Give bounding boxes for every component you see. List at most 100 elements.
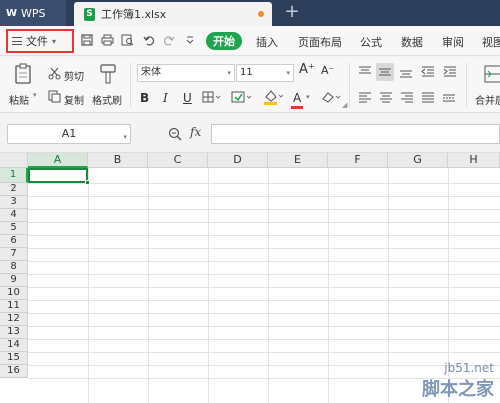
tab-formulas[interactable]: 公式 [360, 34, 382, 50]
chevron-down-icon: ▾ [286, 69, 290, 77]
formula-input[interactable] [211, 124, 500, 144]
copy-label[interactable]: 复制 [64, 92, 84, 107]
row-header-2[interactable]: 2 [0, 183, 28, 196]
tab-page-layout[interactable]: 页面布局 [298, 34, 342, 50]
row-header-8[interactable]: 8 [0, 261, 28, 274]
font-name-select[interactable]: 宋体 ▾ [137, 64, 235, 82]
watermark-site: jb51.net [444, 361, 494, 375]
grow-font-button[interactable]: A⁺ [299, 62, 315, 77]
menu-bar: 文件 ▾ 开始 插入 页面布局 公式 数据 审阅 视图 [0, 26, 500, 56]
paste-dropdown-icon[interactable]: ▾ [33, 91, 37, 99]
print-preview-icon[interactable] [120, 33, 134, 47]
spreadsheet-grid[interactable]: A B C D E F G H 1 2 3 4 5 6 7 8 9 10 11 … [0, 153, 500, 403]
paste-icon[interactable] [13, 63, 35, 85]
wps-logo-icon: W [6, 7, 18, 19]
grid-line [28, 326, 500, 327]
italic-button[interactable]: I [163, 91, 168, 105]
row-header-6[interactable]: 6 [0, 235, 28, 248]
redo-icon[interactable] [162, 33, 176, 47]
borders-icon[interactable] [201, 90, 223, 104]
fill-handle[interactable] [85, 180, 90, 185]
row-header-16[interactable]: 16 [0, 365, 28, 378]
align-left-icon[interactable] [357, 91, 373, 105]
row-header-13[interactable]: 13 [0, 326, 28, 339]
merge-center-icon[interactable] [484, 63, 500, 85]
ribbon-separator [466, 63, 467, 107]
tab-insert[interactable]: 插入 [256, 34, 278, 50]
merge-center-label[interactable]: 合并居 [475, 92, 500, 107]
tab-data[interactable]: 数据 [401, 34, 423, 50]
print-icon[interactable] [100, 33, 114, 47]
row-header-12[interactable]: 12 [0, 313, 28, 326]
conditional-style-icon[interactable] [230, 90, 254, 104]
column-header-c[interactable]: C [148, 153, 208, 168]
font-size-select[interactable]: 11 ▾ [236, 64, 294, 82]
row-header-11[interactable]: 11 [0, 300, 28, 313]
increase-indent-icon[interactable] [442, 65, 458, 79]
cut-label[interactable]: 剪切 [64, 68, 84, 83]
shrink-font-button[interactable]: A⁻ [321, 64, 334, 77]
fill-color-icon[interactable] [262, 89, 286, 105]
active-cell-a1[interactable] [28, 168, 88, 183]
name-box[interactable]: A1 ▾ [7, 124, 131, 144]
font-dialog-launcher-icon[interactable]: ◢ [342, 101, 347, 109]
row-header-3[interactable]: 3 [0, 196, 28, 209]
title-bar: W WPS S 工作簿1.xlsx + [0, 0, 500, 26]
format-painter-label[interactable]: 格式刷 [92, 92, 122, 107]
grid-line [328, 168, 329, 403]
watermark: jb51.net 脚本之家 [422, 361, 494, 401]
align-bottom-icon[interactable] [398, 65, 414, 79]
justify-icon[interactable] [420, 91, 436, 105]
column-header-b[interactable]: B [88, 153, 148, 168]
align-top-icon[interactable] [357, 65, 373, 79]
column-header-e[interactable]: E [268, 153, 328, 168]
row-header-4[interactable]: 4 [0, 209, 28, 222]
undo-icon[interactable] [142, 33, 156, 47]
scissors-icon[interactable] [47, 66, 61, 80]
tab-view[interactable]: 视图 [482, 34, 500, 50]
row-header-9[interactable]: 9 [0, 274, 28, 287]
align-center-icon[interactable] [378, 91, 394, 105]
font-color-button[interactable]: A [293, 91, 301, 105]
save-icon[interactable] [80, 33, 94, 47]
row-header-1[interactable]: 1 [0, 168, 28, 183]
column-header-h[interactable]: H [448, 153, 500, 168]
zoom-function-icon[interactable] [168, 127, 182, 144]
clear-format-icon[interactable] [320, 90, 344, 104]
align-right-icon[interactable] [399, 91, 415, 105]
copy-icon[interactable] [47, 89, 61, 103]
new-tab-button[interactable]: + [282, 1, 302, 23]
customize-quick-access-icon[interactable] [183, 33, 197, 47]
tab-home[interactable]: 开始 [206, 32, 242, 50]
ribbon-separator [349, 63, 350, 107]
select-all-corner[interactable] [0, 153, 28, 168]
row-header-5[interactable]: 5 [0, 222, 28, 235]
column-header-g[interactable]: G [388, 153, 448, 168]
decrease-indent-icon[interactable] [420, 65, 436, 79]
spreadsheet-icon: S [84, 7, 95, 21]
distributed-align-icon[interactable] [441, 91, 457, 105]
format-painter-icon[interactable] [97, 63, 119, 85]
bold-button[interactable]: B [140, 91, 149, 105]
row-header-14[interactable]: 14 [0, 339, 28, 352]
font-color-dropdown-icon[interactable]: ▾ [306, 93, 310, 101]
grid-line [28, 248, 500, 249]
grid-line [88, 168, 89, 403]
underline-button[interactable]: U [183, 91, 192, 105]
row-header-7[interactable]: 7 [0, 248, 28, 261]
font-size-value: 11 [240, 67, 253, 78]
row-header-15[interactable]: 15 [0, 352, 28, 365]
paste-label[interactable]: 粘贴 [9, 92, 29, 107]
column-header-d[interactable]: D [208, 153, 268, 168]
wps-home-tab[interactable]: W WPS [0, 0, 66, 26]
align-middle-icon[interactable] [376, 63, 394, 81]
tab-review[interactable]: 审阅 [442, 34, 464, 50]
hamburger-icon [12, 37, 22, 45]
grid-line [28, 287, 500, 288]
column-header-a[interactable]: A [28, 153, 88, 168]
insert-function-button[interactable]: fx [190, 125, 201, 139]
column-header-f[interactable]: F [328, 153, 388, 168]
document-tab[interactable]: S 工作簿1.xlsx [74, 2, 272, 26]
file-menu-button[interactable]: 文件 ▾ [6, 29, 74, 53]
row-header-10[interactable]: 10 [0, 287, 28, 300]
